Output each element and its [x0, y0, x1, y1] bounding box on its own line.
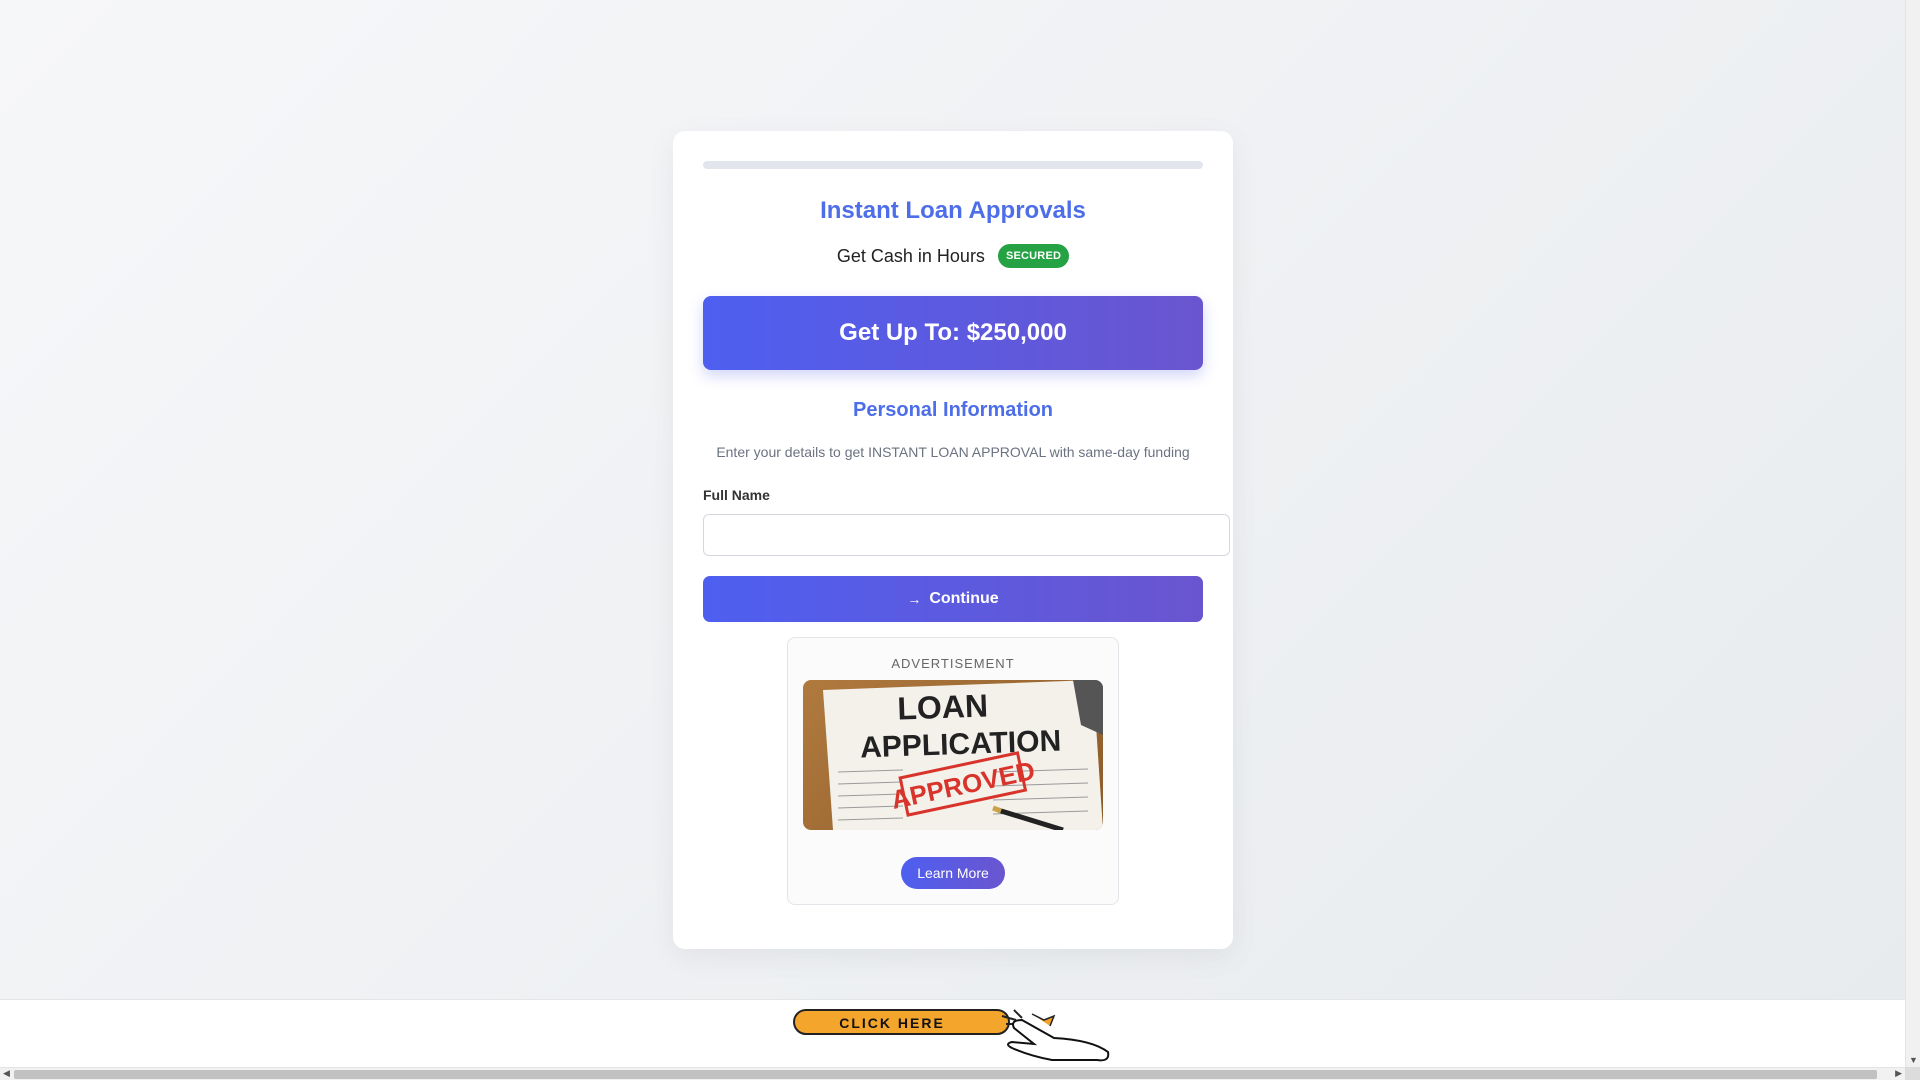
section-title: Personal Information: [852, 399, 1054, 421]
full-name-input[interactable]: [703, 514, 1230, 556]
horizontal-scrollbar[interactable]: ◀ ▶: [0, 1067, 1905, 1080]
bottom-banner: CLICK HERE: [0, 999, 1905, 1067]
subtitle-row: Get Cash in Hours SECURED: [673, 244, 1233, 268]
loan-application-image[interactable]: LOAN APPLICATION APPROVED: [803, 680, 1103, 830]
arrow-icon: →: [907, 591, 922, 607]
vertical-scrollbar[interactable]: ▼: [1905, 0, 1920, 1067]
section-description: Enter your details to get INSTANT LOAN A…: [716, 444, 1190, 460]
learn-more-button[interactable]: Learn More: [901, 857, 1005, 889]
page-background: Instant Loan Approvals Get Cash in Hours…: [0, 0, 1905, 999]
scrollbar-corner: [1905, 1067, 1920, 1080]
ad-image-line1: LOAN: [897, 687, 989, 726]
scroll-right-icon[interactable]: ▶: [1895, 1068, 1902, 1079]
progress-bar: [703, 161, 1203, 169]
scrollbar-thumb[interactable]: [14, 1070, 1877, 1079]
continue-button[interactable]: → Continue: [703, 576, 1203, 622]
advertisement-box: ADVERTISEMENT LOAN APPLICATION APPROVED …: [787, 637, 1119, 905]
ad-label: ADVERTISEMENT: [891, 656, 1015, 671]
loan-amount-banner: Get Up To: $250,000: [703, 296, 1203, 370]
full-name-label: Full Name: [703, 487, 770, 503]
click-here-banner[interactable]: CLICK HERE: [792, 1008, 1112, 1062]
click-here-text: CLICK HERE: [839, 1015, 945, 1031]
secured-badge: SECURED: [997, 244, 1070, 268]
continue-label: Continue: [929, 590, 999, 607]
loan-form-card: Instant Loan Approvals Get Cash in Hours…: [673, 131, 1233, 949]
scroll-down-icon[interactable]: ▼: [1909, 1055, 1918, 1065]
scroll-left-icon[interactable]: ◀: [3, 1068, 10, 1079]
page-title: Instant Loan Approvals: [820, 197, 1086, 224]
subtitle: Get Cash in Hours: [836, 245, 985, 266]
